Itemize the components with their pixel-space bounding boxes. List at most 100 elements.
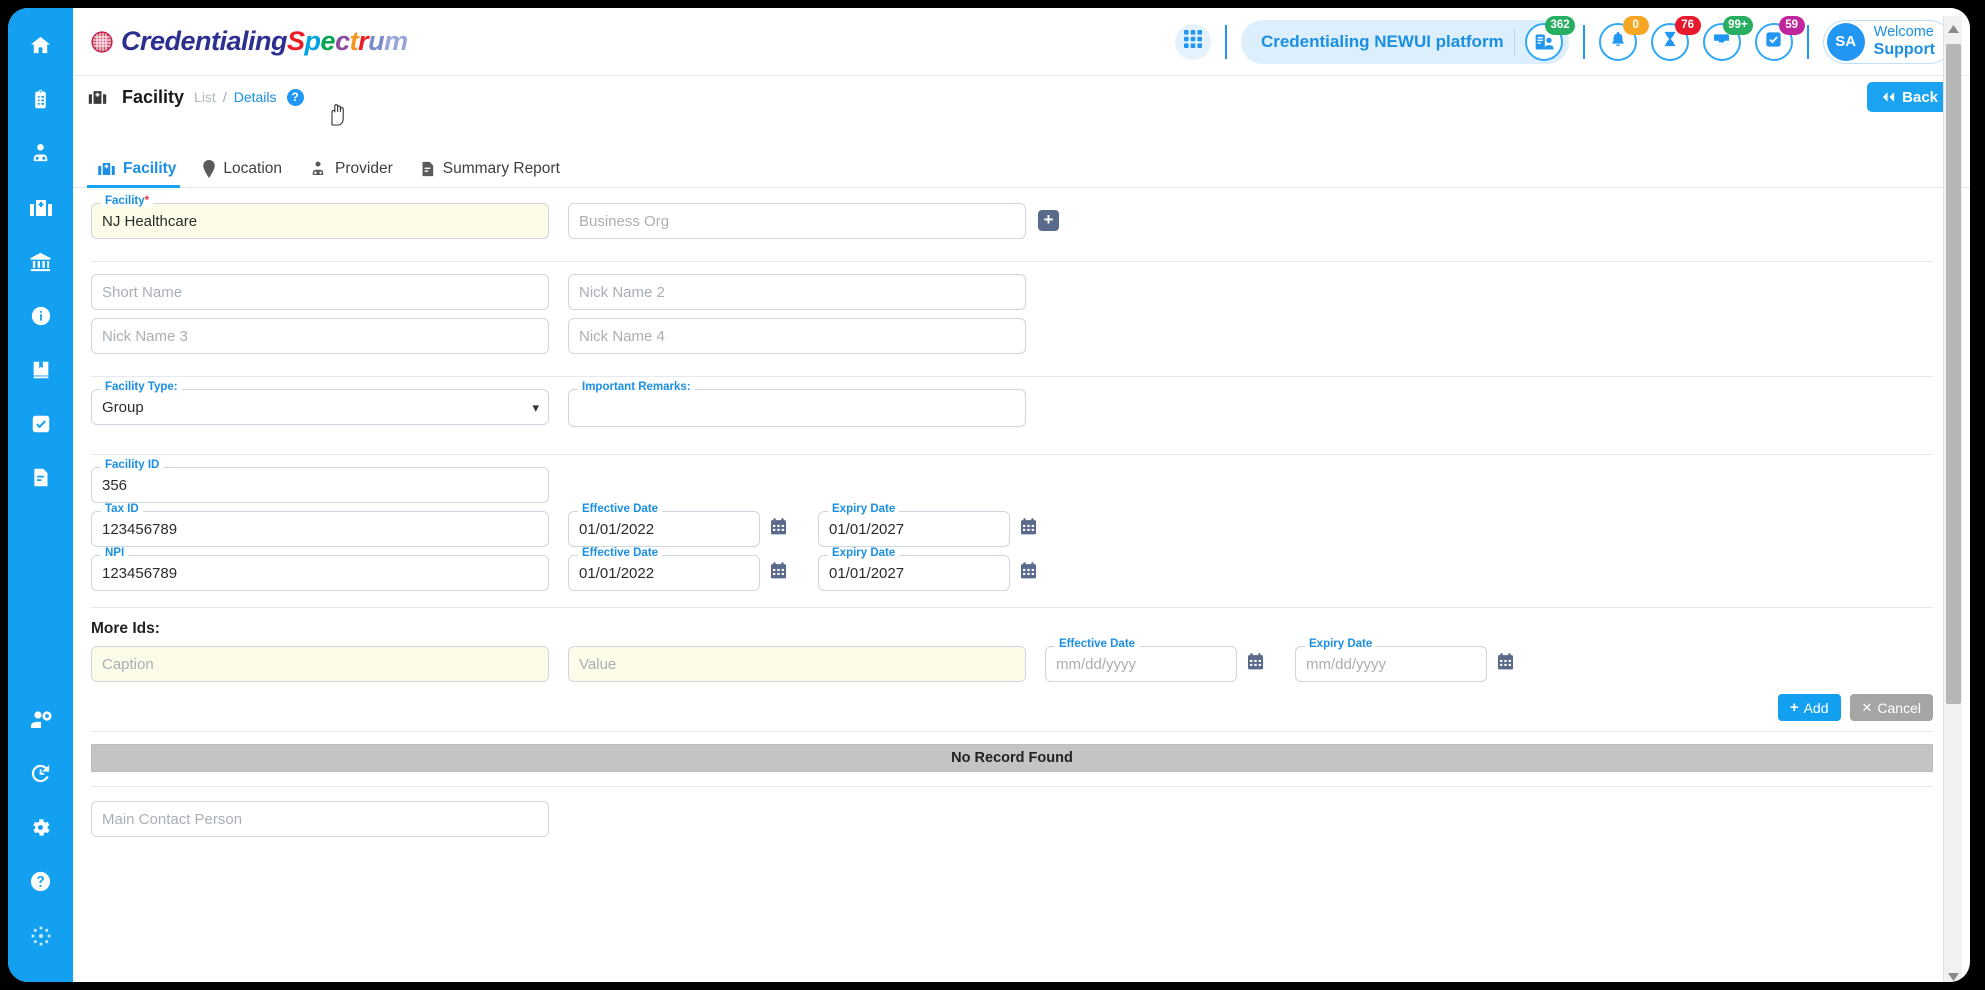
more-ids-effective-date-input[interactable] [1045, 646, 1237, 682]
header-divider-3 [1806, 24, 1809, 59]
logo-letter-t: t [349, 26, 359, 56]
sidebar-item-home[interactable] [19, 26, 63, 70]
platform-users-button[interactable]: 362 [1524, 15, 1575, 61]
nick-name-4-input[interactable] [568, 318, 1026, 354]
scroll-up-arrow-icon[interactable] [1944, 18, 1963, 40]
tax-effective-date-input[interactable] [568, 511, 760, 547]
breadcrumb-separator: / [222, 89, 227, 105]
bell-icon [1609, 30, 1627, 53]
platform-divider [1513, 27, 1515, 56]
tab-facility[interactable]: Facility [87, 160, 192, 188]
sidebar-item-clipboard[interactable] [19, 80, 63, 124]
breadcrumb-details[interactable]: Details [234, 89, 277, 105]
home-icon [29, 34, 52, 62]
more-ids-expiry-date-input[interactable] [1295, 646, 1487, 682]
clipboard-icon [30, 89, 51, 115]
important-remarks-textarea[interactable] [568, 389, 1026, 427]
calendar-icon[interactable] [1019, 517, 1038, 541]
app-header: CredentialingSpectrum Credentialing NEWU… [73, 8, 1970, 76]
nick-name-3-input[interactable] [91, 318, 549, 354]
facility-id-input[interactable] [91, 467, 549, 503]
npi-field-group: NPI [91, 547, 549, 591]
important-remarks-field-group: Important Remarks: [568, 381, 1026, 432]
sidebar-item-check[interactable] [19, 404, 63, 448]
more-ids-caption-group [91, 646, 549, 682]
sidebar-item-hospital[interactable] [19, 188, 63, 232]
tab-summary-report[interactable]: Summary Report [409, 160, 576, 187]
user-menu[interactable]: SA Welcome Support [1822, 19, 1952, 64]
form-row-taxid: Tax ID Effective Date Expiry Date [73, 503, 1951, 557]
no-record-banner: No Record Found [91, 744, 1933, 772]
npi-expiry-date-input[interactable] [818, 555, 1010, 591]
scrollbar-thumb[interactable] [1946, 44, 1961, 704]
sidebar-item-settings[interactable] [19, 808, 63, 852]
required-asterisk: * [144, 195, 150, 207]
calendar-icon[interactable] [769, 517, 788, 541]
tab-location[interactable]: Location [192, 160, 298, 187]
facility-form: Facility* + [73, 189, 1951, 982]
main-contact-field-group [91, 801, 549, 837]
sidebar-item-history[interactable] [19, 754, 63, 798]
npi-label: NPI [101, 547, 129, 559]
pending-button[interactable]: 76 [1650, 15, 1701, 61]
breadcrumb-list[interactable]: List [194, 89, 216, 105]
add-button[interactable]: + Add [1777, 694, 1841, 721]
divider-4 [91, 607, 1933, 608]
divider-3 [91, 454, 1933, 455]
calendar-icon[interactable] [1496, 652, 1515, 676]
sidebar-item-info[interactable] [19, 296, 63, 340]
more-ids-caption-input[interactable] [91, 646, 549, 682]
help-button[interactable]: ? [286, 88, 304, 106]
sidebar-item-help[interactable] [19, 862, 63, 906]
more-ids-actions: + Add ✕ Cancel [73, 694, 1951, 721]
breadcrumb-bar: Facility List / Details ? Back [73, 76, 1970, 118]
business-org-input[interactable] [568, 203, 1026, 239]
npi-input[interactable] [91, 555, 549, 591]
tasks-button[interactable]: 59 [1754, 15, 1805, 61]
more-ids-effective-date-label: Effective Date [1055, 638, 1140, 650]
add-business-org-button[interactable]: + [1038, 210, 1059, 231]
sidebar-item-user-settings[interactable] [19, 700, 63, 744]
calendar-icon[interactable] [769, 561, 788, 585]
facility-type-select[interactable]: Group [91, 389, 549, 425]
tax-id-field-group: Tax ID [91, 503, 549, 547]
tax-expiry-date-label: Expiry Date [828, 503, 900, 515]
tab-provider[interactable]: Provider [298, 160, 409, 187]
platform-badge: 362 [1545, 15, 1575, 35]
back-button[interactable]: Back [1867, 82, 1952, 112]
facility-icon [97, 160, 116, 178]
tab-summary-report-label: Summary Report [442, 160, 560, 177]
sidebar-item-bank[interactable] [19, 242, 63, 286]
sidebar-item-book[interactable] [19, 350, 63, 394]
more-ids-value-input[interactable] [568, 646, 1026, 682]
inbox-button[interactable]: 99+ [1702, 15, 1753, 61]
document-icon [30, 467, 51, 493]
tax-id-input[interactable] [91, 511, 549, 547]
npi-effective-date-input[interactable] [568, 555, 760, 591]
nick-name-2-input[interactable] [568, 274, 1026, 310]
short-name-input[interactable] [91, 274, 549, 310]
back-button-label: Back [1902, 88, 1938, 106]
sidebar-item-document[interactable] [19, 458, 63, 502]
tasks-badge: 59 [1778, 15, 1805, 35]
location-pin-icon [202, 160, 216, 178]
form-row-facility-id: Facility ID [73, 459, 1951, 513]
facility-icon [87, 88, 108, 107]
scroll-down-arrow-icon[interactable] [1944, 966, 1963, 982]
bell-button[interactable]: 0 [1598, 15, 1649, 61]
main-contact-input[interactable] [91, 801, 549, 837]
facility-input[interactable] [91, 203, 549, 239]
tax-expiry-date-input[interactable] [818, 511, 1010, 547]
cancel-button[interactable]: ✕ Cancel [1849, 694, 1933, 721]
form-row-type-remarks: Facility Type: Group ▾ Important Remarks… [73, 381, 1951, 442]
calendar-icon[interactable] [1019, 561, 1038, 585]
app-logo[interactable]: CredentialingSpectrum [91, 26, 408, 57]
form-row-facility: Facility* + [73, 195, 1951, 249]
platform-switch[interactable]: Credentialing NEWUI platform 362 [1240, 15, 1575, 64]
app-grid-button[interactable] [1174, 23, 1211, 60]
vertical-scrollbar[interactable] [1943, 16, 1962, 982]
form-row-main-contact [73, 801, 1951, 847]
calendar-icon[interactable] [1246, 652, 1265, 676]
sidebar-item-provider[interactable] [19, 134, 63, 178]
sidebar-item-spinner[interactable] [19, 916, 63, 960]
